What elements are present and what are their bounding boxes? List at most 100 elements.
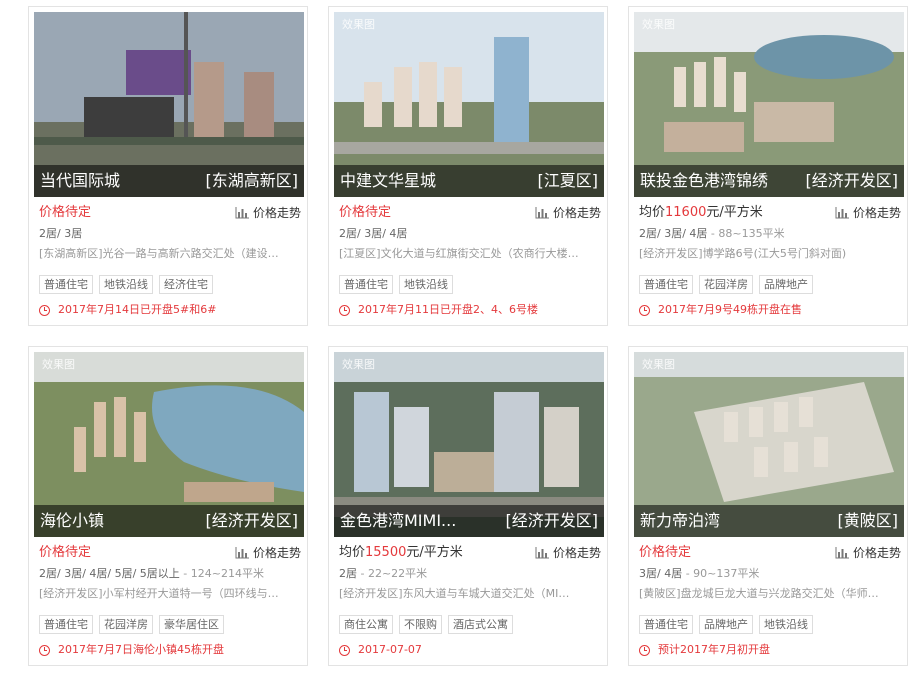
tag-list: 普通住宅 地铁沿线 经济住宅 [39,275,213,294]
opening-info: 2017年7月14日已开盘5#和6# [39,303,216,317]
opening-info: 2017-07-07 [339,643,422,657]
photo-watermark: 效果图 [342,18,375,31]
clock-icon [339,304,350,316]
photo-caption: 当代国际城 [东湖高新区] [34,165,304,197]
property-photo[interactable]: 效果图 中建文华星城 [江夏区] [334,12,604,197]
photo-caption: 新力帝泊湾 [黄陂区] [634,505,904,537]
property-address: [东湖高新区]光谷一路与高新六路交汇处（建设… [39,247,279,260]
room-types: 2居/ 3居/ 4居 - 88~135平米 [639,227,785,240]
property-photo[interactable]: 效果图 联投金色港湾锦绣 [经济开发区] [634,12,904,197]
price-text: 价格待定 [39,545,92,560]
photo-caption: 中建文华星城 [江夏区] [334,165,604,197]
tag[interactable]: 花园洋房 [99,615,153,634]
bar-chart-icon [235,547,249,559]
tag[interactable]: 普通住宅 [39,615,93,634]
tag[interactable]: 普通住宅 [39,275,93,294]
bar-chart-icon [535,547,549,559]
property-district: [东湖高新区] [205,171,299,190]
tag[interactable]: 普通住宅 [339,275,393,294]
property-district: [江夏区] [537,171,599,190]
price-row: 均价11600元/平方米 价格走势 [639,203,901,223]
property-address: [经济开发区]东风大道与车城大道交汇处（MI… [339,587,570,600]
opening-info: 2017年7月7日海伦小镇45栋开盘 [39,643,224,657]
clock-icon [639,644,650,656]
tag[interactable]: 花园洋房 [699,275,753,294]
room-types: 2居 - 22~22平米 [339,567,428,580]
clock-icon [339,644,350,656]
property-address: [经济开发区]博学路6号(江大5号门斜对面) [639,247,847,260]
property-card[interactable]: 效果图 新力帝泊湾 [黄陂区] 价格待定 价格走势 3居/ 4居 - 90~13… [628,346,908,666]
price-trend-link[interactable]: 价格走势 [835,203,901,223]
property-card[interactable]: 效果图 海伦小镇 [经济开发区] 价格待定 价格走势 2居/ 3居/ 4居/ 5… [28,346,308,666]
property-address: [江夏区]文化大道与红旗街交汇处（农商行大楼… [339,247,579,260]
tag[interactable]: 普通住宅 [639,615,693,634]
tag[interactable]: 地铁沿线 [399,275,453,294]
property-card[interactable]: 效果图 中建文华星城 [江夏区] 价格待定 价格走势 2居/ 3居/ 4居 [江… [328,6,608,326]
property-card[interactable]: 效果图 金色港湾MIMI... [经济开发区] 均价15500元/平方米 价格走… [328,346,608,666]
property-card[interactable]: 当代国际城 [东湖高新区] 价格待定 价格走势 2居/ 3居 [东湖高新区]光谷… [28,6,308,326]
property-address: [经济开发区]小军村经开大道特一号（四环线与… [39,587,279,600]
property-photo[interactable]: 当代国际城 [东湖高新区] [34,12,304,197]
price-text: 价格待定 [339,205,392,220]
property-address: [黄陂区]盘龙城巨龙大道与兴龙路交汇处（华师… [639,587,879,600]
tag[interactable]: 豪华居住区 [159,615,224,634]
tag[interactable]: 酒店式公寓 [448,615,513,634]
tag[interactable]: 地铁沿线 [759,615,813,634]
opening-info: 2017年7月11日已开盘2、4、6号楼 [339,303,538,317]
tag[interactable]: 经济住宅 [159,275,213,294]
price-row: 价格待定 价格走势 [39,543,301,563]
property-photo[interactable]: 效果图 金色港湾MIMI... [经济开发区] [334,352,604,537]
property-name[interactable]: 金色港湾MIMI... [340,505,456,537]
room-types: 2居/ 3居/ 4居 [339,227,408,240]
property-name[interactable]: 联投金色港湾锦绣 [640,165,768,197]
tag-list: 普通住宅 地铁沿线 [339,275,453,294]
photo-watermark: 效果图 [642,358,675,371]
tag[interactable]: 普通住宅 [639,275,693,294]
room-types: 3居/ 4居 - 90~137平米 [639,567,760,580]
photo-watermark: 效果图 [342,358,375,371]
property-photo[interactable]: 效果图 海伦小镇 [经济开发区] [34,352,304,537]
clock-icon [39,304,50,316]
price-trend-link[interactable]: 价格走势 [835,543,901,563]
price-row: 均价15500元/平方米 价格走势 [339,543,601,563]
tag[interactable]: 商住公寓 [339,615,393,634]
tag[interactable]: 品牌地产 [699,615,753,634]
price-text: 均价11600元/平方米 [639,205,763,220]
property-name[interactable]: 当代国际城 [40,165,120,197]
property-district: [黄陂区] [837,511,899,530]
tag[interactable]: 不限购 [399,615,442,634]
price-row: 价格待定 价格走势 [39,203,301,223]
bar-chart-icon [535,207,549,219]
property-card[interactable]: 效果图 联投金色港湾锦绣 [经济开发区] 均价11600元/平方米 价格走势 2… [628,6,908,326]
photo-caption: 金色港湾MIMI... [经济开发区] [334,505,604,537]
property-name[interactable]: 中建文华星城 [340,165,436,197]
photo-caption: 联投金色港湾锦绣 [经济开发区] [634,165,904,197]
tag-list: 普通住宅 花园洋房 豪华居住区 [39,615,224,634]
opening-info: 预计2017年7月初开盘 [639,643,770,657]
property-photo[interactable]: 效果图 新力帝泊湾 [黄陂区] [634,352,904,537]
bar-chart-icon [835,207,849,219]
price-row: 价格待定 价格走势 [639,543,901,563]
property-grid: 当代国际城 [东湖高新区] 价格待定 价格走势 2居/ 3居 [东湖高新区]光谷… [28,6,908,678]
price-trend-link[interactable]: 价格走势 [535,203,601,223]
tag[interactable]: 地铁沿线 [99,275,153,294]
price-text: 均价15500元/平方米 [339,545,463,560]
property-name[interactable]: 新力帝泊湾 [640,505,720,537]
photo-caption: 海伦小镇 [经济开发区] [34,505,304,537]
tag-list: 商住公寓 不限购 酒店式公寓 [339,615,513,634]
property-name[interactable]: 海伦小镇 [40,505,104,537]
bar-chart-icon [835,547,849,559]
photo-watermark: 效果图 [642,18,675,31]
tag-list: 普通住宅 品牌地产 地铁沿线 [639,615,813,634]
tag-list: 普通住宅 花园洋房 品牌地产 [639,275,813,294]
price-text: 价格待定 [639,545,692,560]
bar-chart-icon [235,207,249,219]
property-district: [经济开发区] [805,171,899,190]
price-trend-link[interactable]: 价格走势 [235,543,301,563]
room-types: 2居/ 3居 [39,227,83,240]
clock-icon [639,304,650,316]
price-trend-link[interactable]: 价格走势 [535,543,601,563]
price-trend-link[interactable]: 价格走势 [235,203,301,223]
price-row: 价格待定 价格走势 [339,203,601,223]
tag[interactable]: 品牌地产 [759,275,813,294]
